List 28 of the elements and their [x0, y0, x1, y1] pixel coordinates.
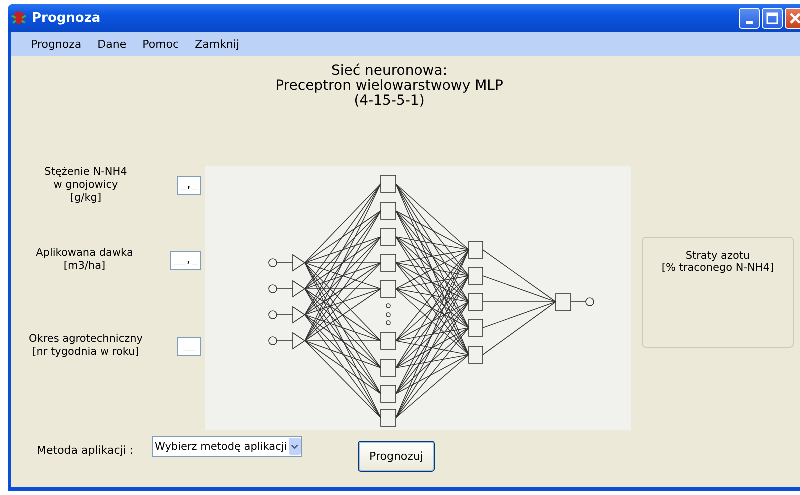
menu-item[interactable]: Pomoc: [134, 38, 188, 50]
menu-item[interactable]: Dane: [90, 38, 135, 50]
window-title: Prognoza: [32, 10, 101, 26]
diagram-heading: Preceptron wielowarstwowy MLP: [276, 79, 504, 94]
menu-item[interactable]: Zamknij: [187, 38, 248, 50]
minimize-icon: [746, 20, 753, 24]
output-label: Straty azotu: [686, 250, 750, 262]
input-field[interactable]: _,_: [177, 176, 201, 195]
input-field[interactable]: __,_: [170, 250, 201, 270]
input-label: Aplikowana dawka: [36, 247, 134, 260]
maximize-button[interactable]: [762, 8, 783, 28]
input-label: w gnojowicy: [54, 179, 118, 192]
diagram-heading: Sieć neuronowa:: [331, 64, 448, 79]
output-label: [% traconego N-NH4]: [662, 262, 774, 274]
method-dropdown[interactable]: Wybierz metodę aplikacji: [152, 436, 302, 457]
forecast-button[interactable]: Prognozuj: [358, 441, 435, 472]
input-label: [m3/ha]: [64, 260, 106, 273]
input-label: [nr tygodnia w roku]: [32, 346, 140, 359]
app-icon: [11, 10, 27, 26]
close-button[interactable]: [785, 8, 800, 28]
input-label: Okres agrotechniczny: [28, 333, 144, 346]
menu-item[interactable]: Prognoza: [23, 38, 90, 50]
input-field[interactable]: __: [177, 336, 201, 356]
input-label: Stężenie N-NH4: [44, 166, 128, 179]
method-label: Metoda aplikacji :: [37, 444, 135, 457]
input-label: [g/kg]: [70, 192, 102, 205]
minimize-button[interactable]: [739, 8, 760, 28]
diagram-heading: (4-15-5-1): [354, 94, 425, 109]
